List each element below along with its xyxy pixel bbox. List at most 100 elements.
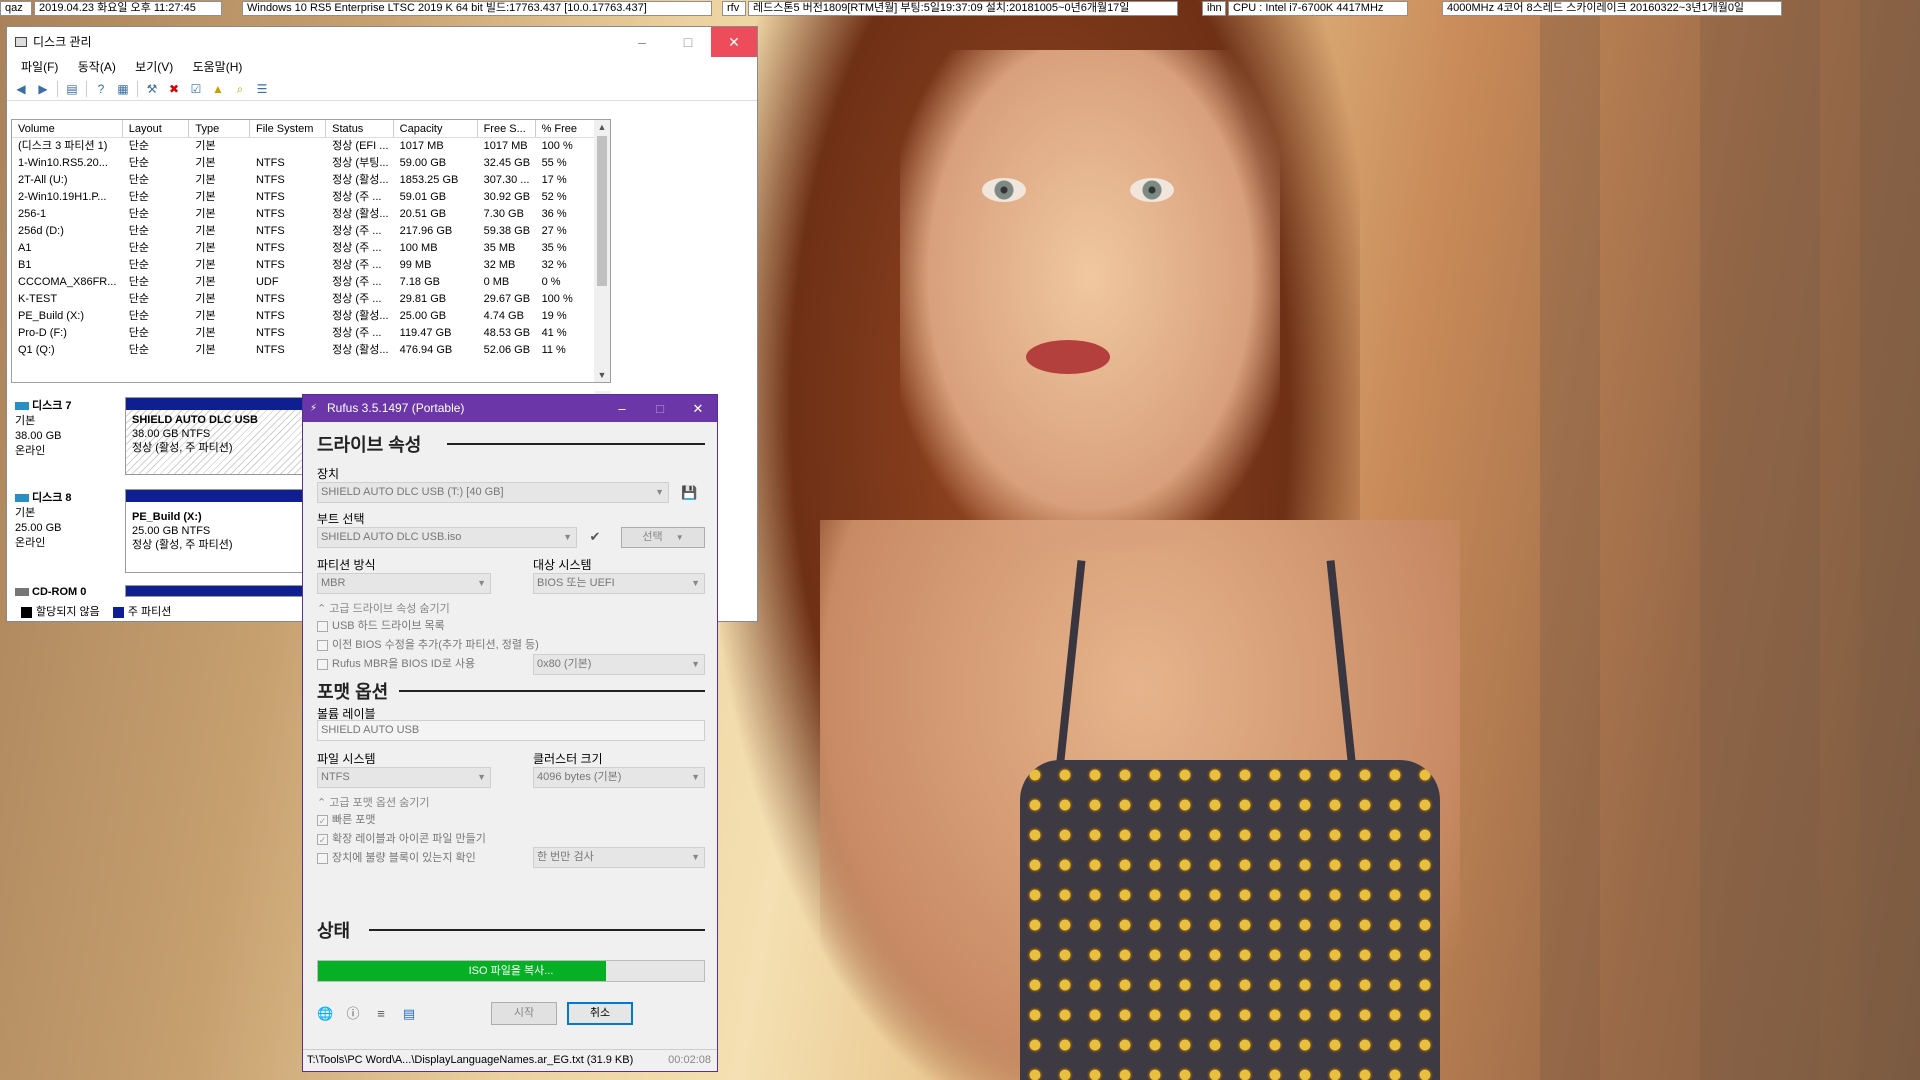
cdrom-info[interactable]: CD-ROM 0: [15, 585, 115, 600]
table-row[interactable]: Pro-D (F:) 단순 기본 NTFS 정상 (주 ... 119.47 GB 48.5…: [12, 325, 610, 342]
show-hide-icon[interactable]: ▦: [115, 81, 131, 97]
cell-file-system: [250, 138, 326, 155]
properties-icon[interactable]: ☑: [188, 81, 204, 97]
menu-file[interactable]: 파일(F): [21, 60, 58, 74]
rufus-titlebar[interactable]: ⚡ Rufus 3.5.1497 (Portable) – □ ✕: [303, 395, 717, 422]
cell-capacity: 100 MB: [399, 242, 438, 254]
table-row[interactable]: A1 단순 기본 NTFS 정상 (주 ... 100 MB 35 MB 35 %: [12, 240, 610, 257]
volume-label-input[interactable]: SHIELD AUTO USB: [317, 720, 705, 741]
column-header-volume[interactable]: Volume: [12, 120, 123, 137]
cell-layout: 단순: [128, 310, 150, 322]
scroll-up-arrow-icon[interactable]: ▲: [594, 120, 610, 134]
select-button[interactable]: 선택 ▼: [621, 527, 705, 548]
about-info-icon[interactable]: ⓘ: [345, 1006, 361, 1022]
table-row[interactable]: 1-Win10.RS5.20... 단순 기본 NTFS 정상 (부팅... 59.00 …: [12, 155, 610, 172]
menu-help[interactable]: 도움말(H): [193, 60, 243, 74]
disk-legend: 할당되지 않음 주 파티션: [21, 603, 171, 619]
cell-status: 정상 (부팅...: [332, 157, 389, 169]
table-row[interactable]: (디스크 3 파티션 1) 단순 기본 정상 (EFI ... 1017 MB 1017 …: [12, 138, 610, 155]
table-row[interactable]: 256-1 단순 기본 NTFS 정상 (활성... 20.51 GB 7.30 GB 36 …: [12, 206, 610, 223]
boot-select[interactable]: SHIELD AUTO DLC USB.iso ▼: [317, 527, 577, 548]
close-button[interactable]: ✕: [711, 27, 757, 57]
column-header-type[interactable]: Type: [189, 120, 250, 137]
section-divider: [447, 443, 705, 445]
disk-7-info[interactable]: 디스크 7 기본 38.00 GB 온라인: [15, 399, 115, 459]
connect-icon[interactable]: ⚒: [144, 81, 160, 97]
cell-file-system: UDF: [255, 276, 279, 288]
cluster-size-select[interactable]: 4096 bytes (기본) ▼: [533, 767, 705, 788]
legend-primary: 주 파티션: [127, 606, 172, 618]
column-header-status[interactable]: Status: [326, 120, 394, 137]
bad-blocks-passes-select[interactable]: 한 번만 검사 ▼: [533, 847, 705, 868]
forward-arrow-icon[interactable]: ▶: [35, 81, 51, 97]
disk-7-type: 기본: [15, 415, 36, 427]
table-row[interactable]: 256d (D:) 단순 기본 NTFS 정상 (주 ... 217.96 GB 59.38…: [12, 223, 610, 240]
boot-value: SHIELD AUTO DLC USB.iso: [321, 531, 462, 543]
scrollbar-thumb[interactable]: [597, 136, 607, 286]
table-row[interactable]: B1 단순 기본 NTFS 정상 (주 ... 99 MB 32 MB 32 %: [12, 257, 610, 274]
delete-icon[interactable]: ✖: [166, 81, 182, 97]
extended-label-checkbox[interactable]: ✓ 확장 레이블과 아이콘 파일 만들기: [317, 832, 486, 846]
volume-list-scrollbar[interactable]: ▲ ▼: [594, 120, 610, 382]
cell-volume: B1: [18, 259, 32, 271]
menu-action[interactable]: 동작(A): [78, 60, 116, 74]
scroll-down-arrow-icon[interactable]: ▼: [594, 368, 610, 382]
usb-hdd-checkbox[interactable]: USB 하드 드라이브 목록: [317, 619, 445, 633]
disk-management-titlebar[interactable]: 디스크 관리 – □ ✕: [7, 27, 757, 57]
cell-capacity: 59.00 GB: [399, 157, 447, 169]
cancel-button[interactable]: 취소: [567, 1002, 633, 1025]
save-icon[interactable]: 💾: [681, 485, 697, 501]
cell-volume: 1-Win10.RS5.20...: [18, 157, 108, 169]
column-header-layout[interactable]: Layout: [123, 120, 190, 137]
cell-type: 기본: [195, 310, 216, 322]
column-header-file-system[interactable]: File System: [250, 120, 327, 137]
cdrom-name: CD-ROM 0: [32, 586, 87, 598]
search-icon[interactable]: ⌕: [232, 81, 248, 97]
back-arrow-icon[interactable]: ◀: [13, 81, 29, 97]
bios-id-select[interactable]: 0x80 (기본) ▼: [533, 654, 705, 675]
checksum-icon[interactable]: ✔: [587, 529, 603, 545]
rufus-mbr-checkbox[interactable]: Rufus MBR을 BIOS ID로 사용: [317, 657, 475, 671]
table-row[interactable]: Q1 (Q:) 단순 기본 NTFS 정상 (활성... 476.94 GB 52.06 G…: [12, 342, 610, 359]
disk-8-type: 기본: [15, 507, 36, 519]
language-globe-icon[interactable]: 🌐: [317, 1006, 333, 1022]
advanced-format-toggle[interactable]: ⌃ 고급 포맷 옵션 숨기기: [317, 794, 430, 810]
start-button[interactable]: 시작: [491, 1002, 557, 1025]
maximize-button[interactable]: □: [665, 27, 711, 57]
info-cpu: CPU : Intel i7-6700K 4417MHz: [1228, 1, 1408, 16]
cell-layout: 단순: [128, 276, 150, 288]
target-system-select[interactable]: BIOS 또는 UEFI ▼: [533, 573, 705, 594]
file-system-select[interactable]: NTFS ▼: [317, 767, 491, 788]
device-select[interactable]: SHIELD AUTO DLC USB (T:) [40 GB] ▼: [317, 482, 669, 503]
new-folder-icon[interactable]: ▲: [210, 81, 226, 97]
help-icon[interactable]: ?: [93, 81, 109, 97]
close-button[interactable]: ✕: [679, 395, 717, 422]
table-row[interactable]: 2-Win10.19H1.P... 단순 기본 NTFS 정상 (주 ... 59.01 …: [12, 189, 610, 206]
table-row[interactable]: 2T-All (U:) 단순 기본 NTFS 정상 (활성... 1853.25 GB 30…: [12, 172, 610, 189]
cell-status: 정상 (주 ...: [332, 259, 382, 271]
minimize-button[interactable]: –: [603, 395, 641, 422]
minimize-button[interactable]: –: [619, 27, 665, 57]
cell-free-space: 4.74 GB: [483, 310, 524, 322]
old-bios-checkbox[interactable]: 이전 BIOS 수정을 추가(추가 파티션, 정렬 등): [317, 638, 539, 652]
view-list-icon[interactable]: ☰: [254, 81, 270, 97]
advanced-drive-toggle[interactable]: ⌃ 고급 드라이브 속성 숨기기: [317, 600, 450, 616]
table-row[interactable]: PE_Build (X:) 단순 기본 NTFS 정상 (활성... 25.00 GB 4.…: [12, 308, 610, 325]
cell-volume: (디스크 3 파티션 1): [18, 140, 108, 152]
column-header-capacity[interactable]: Capacity: [394, 120, 478, 137]
toolbar-separator: [57, 80, 58, 97]
disk-8-info[interactable]: 디스크 8 기본 25.00 GB 온라인: [15, 491, 115, 551]
bad-blocks-checkbox[interactable]: 장치에 불량 블록이 있는지 확인: [317, 851, 476, 865]
partition-scheme-select[interactable]: MBR ▼: [317, 573, 491, 594]
quick-format-checkbox[interactable]: ✓ 빠른 포맷: [317, 813, 376, 827]
table-row[interactable]: CCCOMA_X86FR... 단순 기본 UDF 정상 (주 ... 7.18 GB 0 …: [12, 274, 610, 291]
table-row[interactable]: K-TEST 단순 기본 NTFS 정상 (주 ... 29.81 GB 29.67 GB 1…: [12, 291, 610, 308]
menu-view[interactable]: 보기(V): [135, 60, 173, 74]
maximize-button[interactable]: □: [641, 395, 679, 422]
log-icon[interactable]: ▤: [401, 1006, 417, 1022]
column-header-free-space[interactable]: Free S...: [478, 120, 536, 137]
settings-sliders-icon[interactable]: ≡: [373, 1006, 389, 1022]
cell-volume: A1: [18, 242, 32, 254]
console-tree-icon[interactable]: ▤: [64, 81, 80, 97]
usb-hdd-checkbox-label: USB 하드 드라이브 목록: [332, 620, 445, 632]
